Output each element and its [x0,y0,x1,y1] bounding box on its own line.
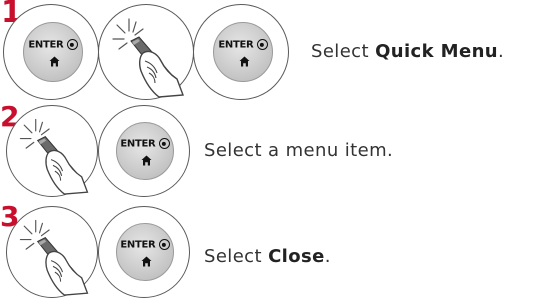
hand-pressing-remote-icon [112,18,184,98]
hand-remote-circle [98,4,194,100]
home-icon [49,56,60,67]
hand-remote-circle [6,105,98,197]
enter-button-circle: ENTER [3,4,99,100]
enter-ring-icon [66,39,78,50]
enter-ring-icon [158,138,170,149]
enter-label: ENTER [120,239,156,251]
hand-pressing-remote-icon [19,118,89,195]
step-1: 1 ENTER ENTER Select Quick Menu. [0,0,552,110]
enter-button-circle: ENTER [193,4,289,100]
enter-wheel-button-icon: ENTER [116,223,174,281]
enter-wheel-button-icon: ENTER [213,22,273,82]
instruction-text: Select a menu item. [204,140,394,161]
instruction-emphasis: Quick Menu [375,41,499,62]
step-instruction: Select Quick Menu. [311,41,504,62]
instruction-emphasis: Close [268,246,325,267]
instruction-text: Select [311,41,376,62]
enter-ring-icon [158,239,170,250]
step-2: 2 ENTER Select a menu item. [0,103,552,205]
home-icon [141,256,152,267]
enter-ring-icon [256,39,268,50]
hand-pressing-remote-icon [19,219,89,296]
enter-wheel-button-icon: ENTER [23,22,83,82]
home-icon [141,155,152,166]
step-3: 3 ENTER Select Close. [0,203,552,303]
enter-label: ENTER [28,39,64,51]
hand-remote-circle [6,206,98,298]
step-instruction: Select Close. [204,246,331,267]
instruction-text: Select [204,246,269,267]
enter-label: ENTER [218,39,254,51]
instruction-suffix: . [324,246,331,267]
enter-label: ENTER [120,138,156,150]
enter-button-circle: ENTER [98,105,190,197]
enter-wheel-button-icon: ENTER [116,122,174,180]
step-instruction: Select a menu item. [204,140,393,161]
instruction-suffix: . [498,41,505,62]
enter-button-circle: ENTER [98,206,190,298]
home-icon [239,56,250,67]
